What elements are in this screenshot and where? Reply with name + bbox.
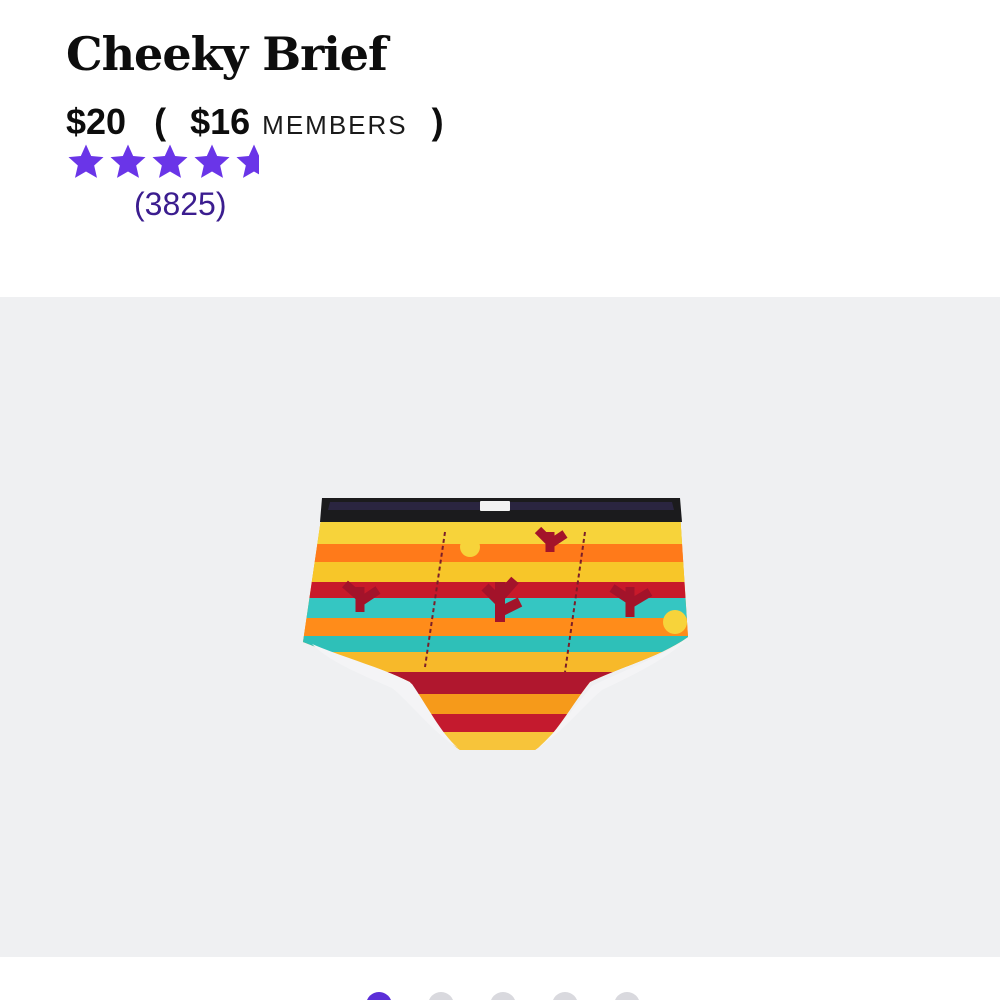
star-rating[interactable] (66, 142, 274, 182)
carousel-dot[interactable] (552, 992, 578, 1000)
carousel-dot[interactable] (428, 992, 454, 1000)
carousel-dot[interactable] (614, 992, 640, 1000)
product-page: Cheeky Brief $20 ( $16 MEMBERS ) (3825) (0, 0, 1000, 1000)
star-icon (110, 144, 146, 178)
member-price: $16 (190, 101, 251, 142)
star-icon (68, 144, 104, 178)
carousel-dot[interactable] (366, 992, 392, 1000)
review-count[interactable]: (3825) (134, 186, 227, 223)
half-star-icon (236, 144, 259, 178)
product-image (303, 498, 688, 750)
carousel-indicators (366, 992, 640, 1000)
star-icon (152, 144, 188, 178)
paren-open: ( (154, 101, 167, 142)
price-row: $20 ( $16 MEMBERS ) (66, 98, 444, 146)
member-label: MEMBERS (262, 109, 408, 140)
product-image-gallery[interactable] (0, 297, 1000, 957)
paren-close: ) (431, 101, 444, 142)
regular-price: $20 (66, 101, 127, 142)
star-icon (194, 144, 230, 178)
carousel-dot[interactable] (490, 992, 516, 1000)
product-title: Cheeky Brief (66, 27, 388, 81)
